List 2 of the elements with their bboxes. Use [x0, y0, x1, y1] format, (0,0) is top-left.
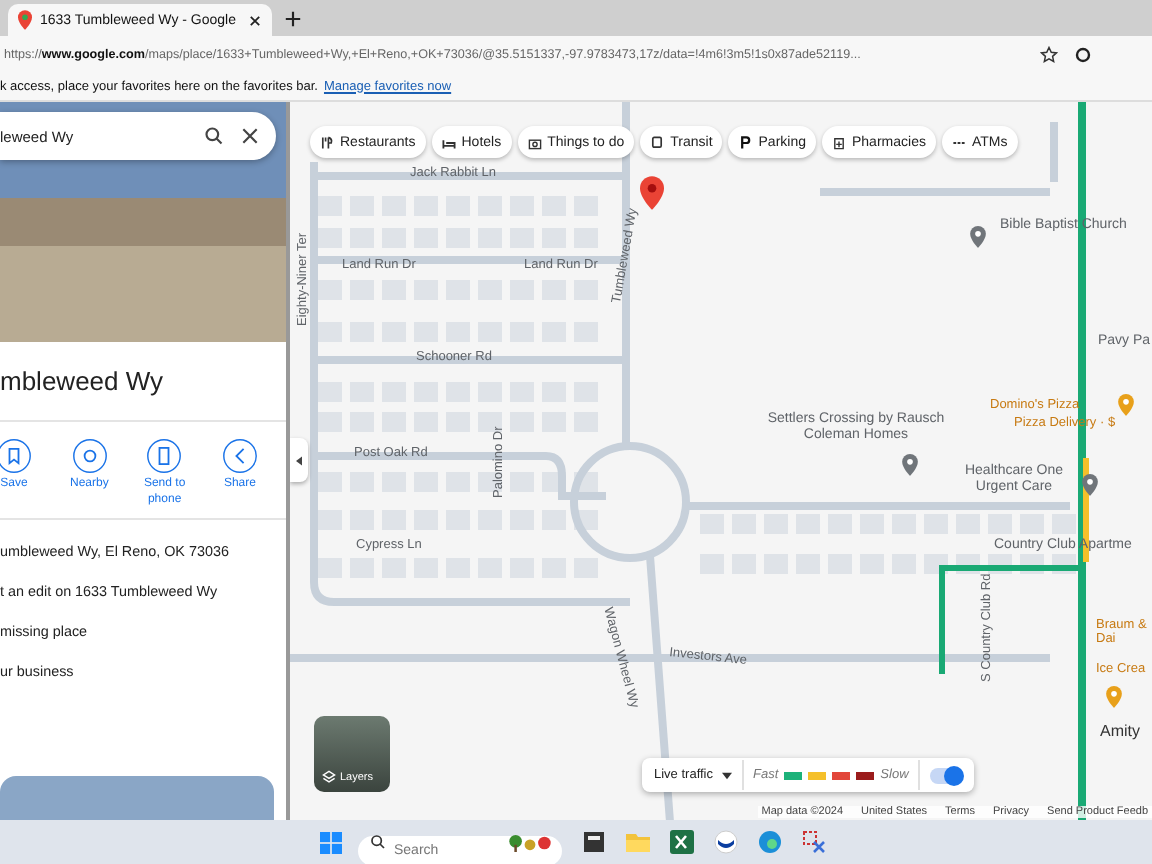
place-title: mbleweed Wy: [0, 342, 286, 422]
town-label: Amity: [1100, 722, 1140, 740]
